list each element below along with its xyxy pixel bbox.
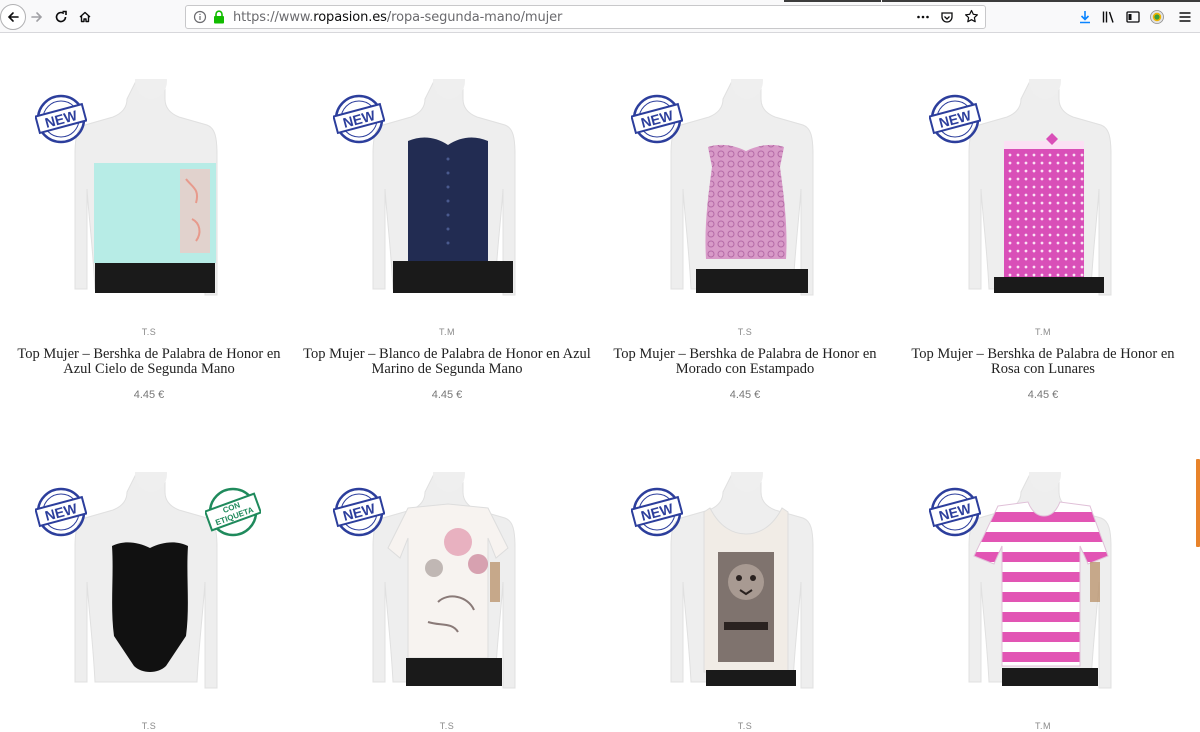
size-label: T.M xyxy=(439,327,455,337)
reload-button[interactable] xyxy=(48,4,74,30)
new-badge-icon: NEW xyxy=(631,487,683,537)
size-label: T.M xyxy=(1035,327,1051,337)
product-title[interactable]: Top Mujer – Bershka de Palabra de Honor … xyxy=(898,347,1188,377)
product-card[interactable]: NEW T.S Top Mujer – Bershka de Palabra d… xyxy=(0,79,298,409)
pocket-icon[interactable] xyxy=(940,10,954,24)
new-badge-icon: NEW xyxy=(333,94,385,144)
new-badge-icon: NEW xyxy=(35,487,87,537)
product-price: 4.45 € xyxy=(1027,389,1059,401)
product-card[interactable]: NEW CON ETIQUETA T.S xyxy=(0,472,298,732)
forward-arrow-icon xyxy=(31,12,43,22)
home-icon xyxy=(79,11,91,23)
bookmark-star-icon[interactable] xyxy=(964,9,979,24)
new-badge-icon: NEW xyxy=(333,487,385,537)
product-title[interactable]: Top Mujer – Bershka de Palabra de Honor … xyxy=(600,347,890,377)
new-badge-icon: NEW xyxy=(35,94,87,144)
product-price: 4.45 € xyxy=(431,389,463,401)
downloads-button[interactable] xyxy=(1076,8,1094,26)
new-badge-icon: NEW xyxy=(929,487,981,537)
label-badge-icon: CON ETIQUETA xyxy=(205,487,261,537)
tab-indicator xyxy=(784,0,881,2)
sidebar-button[interactable] xyxy=(1124,8,1142,26)
reload-icon xyxy=(55,10,67,23)
product-card[interactable]: NEW T.S Top Mujer – Bershka de Palabra d… xyxy=(596,79,894,409)
url-prefix: https://www. xyxy=(233,9,314,25)
extension-icon xyxy=(1150,10,1164,24)
product-title[interactable]: Top Mujer – Bershka de Palabra de Honor … xyxy=(4,347,294,377)
url-text: https://www.ropasion.es/ropa-segunda-man… xyxy=(233,10,562,25)
size-label: T.S xyxy=(439,721,455,731)
size-label: T.S xyxy=(141,721,157,731)
product-title[interactable]: Top Mujer – Blanco de Palabra de Honor e… xyxy=(302,347,592,377)
new-badge-icon: NEW xyxy=(929,94,981,144)
library-icon xyxy=(1102,11,1114,23)
info-icon[interactable] xyxy=(193,10,207,24)
home-button[interactable] xyxy=(72,4,98,30)
url-path: /ropa-segunda-mano/mujer xyxy=(386,9,563,25)
lock-icon[interactable] xyxy=(213,10,225,24)
product-card[interactable]: NEW T.M Top Mujer – Blanco de Palabra de… xyxy=(298,79,596,409)
back-arrow-icon xyxy=(7,12,19,22)
size-label: T.M xyxy=(1035,721,1051,731)
product-price: 4.45 € xyxy=(133,389,165,401)
browser-toolbar: https://www.ropasion.es/ropa-segunda-man… xyxy=(0,0,1200,33)
hamburger-menu-icon xyxy=(1179,12,1191,22)
scrollbar-thumb[interactable] xyxy=(1196,459,1200,547)
forward-button[interactable] xyxy=(24,4,50,30)
sidebar-icon xyxy=(1126,11,1140,23)
extension-button[interactable] xyxy=(1148,8,1166,26)
url-host: ropasion.es xyxy=(313,9,387,25)
size-label: T.S xyxy=(737,721,753,731)
size-label: T.S xyxy=(141,327,157,337)
page-actions-icon[interactable] xyxy=(916,10,930,24)
download-icon xyxy=(1080,11,1090,24)
new-badge-icon: NEW xyxy=(631,94,683,144)
scrollbar-track[interactable] xyxy=(1176,33,1200,732)
product-card[interactable]: NEW T.S xyxy=(596,472,894,732)
tab-indicator xyxy=(882,0,1200,2)
back-button[interactable] xyxy=(0,4,26,30)
product-card[interactable]: NEW T.M Top Mujer – Bershka de Palabra d… xyxy=(894,79,1192,409)
product-card[interactable]: NEW T.S xyxy=(298,472,596,732)
product-price: 4.45 € xyxy=(729,389,761,401)
url-bar[interactable]: https://www.ropasion.es/ropa-segunda-man… xyxy=(185,5,986,29)
size-label: T.S xyxy=(737,327,753,337)
menu-button[interactable] xyxy=(1176,8,1194,26)
product-card[interactable]: NEW T.M xyxy=(894,472,1192,732)
library-button[interactable] xyxy=(1100,8,1118,26)
